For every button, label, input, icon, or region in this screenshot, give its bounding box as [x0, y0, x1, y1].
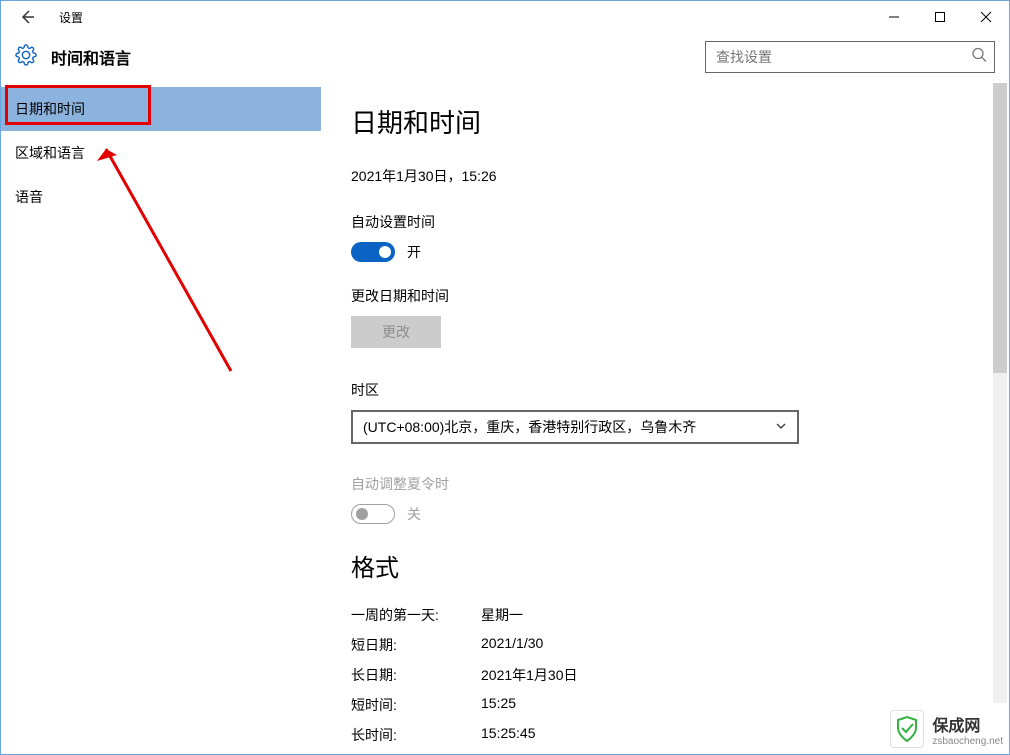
watermark: 保成网 zsbaocheng.net: [890, 710, 1003, 748]
back-arrow-icon: [19, 9, 35, 25]
auto-time-toggle[interactable]: [351, 242, 395, 262]
back-button[interactable]: [13, 3, 41, 31]
timezone-value: (UTC+08:00)北京，重庆，香港特别行政区，乌鲁木齐: [363, 417, 696, 437]
format-row-short-date: 短日期:2021/1/30: [351, 635, 979, 655]
change-datetime-label: 更改日期和时间: [351, 286, 979, 306]
sidebar-item-date-time[interactable]: 日期和时间: [1, 87, 321, 131]
header-row: 时间和语言: [1, 33, 1009, 81]
minimize-icon: [888, 11, 900, 23]
dst-toggle: [351, 504, 395, 524]
timezone-select[interactable]: (UTC+08:00)北京，重庆，香港特别行政区，乌鲁木齐: [351, 410, 799, 444]
format-label: 短时间:: [351, 695, 481, 715]
format-value: 星期一: [481, 605, 523, 625]
watermark-url: zsbaocheng.net: [932, 736, 1003, 747]
format-value: 2021/1/30: [481, 635, 543, 655]
close-button[interactable]: [963, 1, 1009, 33]
content-area: 日期和时间 2021年1月30日，15:26 自动设置时间 开 更改日期和时间 …: [321, 81, 1009, 754]
format-label: 长时间:: [351, 725, 481, 745]
auto-time-label: 自动设置时间: [351, 212, 979, 232]
window-controls: [871, 1, 1009, 33]
dst-label: 自动调整夏令时: [351, 474, 979, 494]
maximize-button[interactable]: [917, 1, 963, 33]
auto-time-state: 开: [407, 242, 421, 262]
search-wrap: [705, 41, 995, 73]
title-bar: 设置: [1, 1, 1009, 33]
vertical-scrollbar[interactable]: [993, 83, 1007, 703]
format-row-short-time: 短时间:15:25: [351, 695, 979, 715]
format-value: 2021年1月30日: [481, 665, 578, 685]
format-value: 15:25:45: [481, 725, 536, 745]
timezone-label: 时区: [351, 380, 979, 400]
change-datetime-button: 更改: [351, 316, 441, 348]
sidebar-item-label: 日期和时间: [15, 99, 85, 119]
sidebar-item-label: 语音: [15, 187, 43, 207]
watermark-title: 保成网: [932, 712, 1003, 736]
dst-state: 关: [407, 504, 421, 524]
format-row-long-time: 长时间:15:25:45: [351, 725, 979, 745]
sidebar-item-label: 区域和语言: [15, 143, 85, 163]
sidebar: 日期和时间 区域和语言 语音: [1, 81, 321, 754]
format-row-first-day: 一周的第一天:星期一: [351, 605, 979, 625]
maximize-icon: [934, 11, 946, 23]
search-icon: [971, 47, 987, 68]
sidebar-item-speech[interactable]: 语音: [1, 175, 321, 219]
close-icon: [980, 11, 992, 23]
format-label: 一周的第一天:: [351, 605, 481, 625]
sidebar-item-region-language[interactable]: 区域和语言: [1, 131, 321, 175]
search-input[interactable]: [705, 41, 995, 73]
scroll-thumb[interactable]: [993, 83, 1007, 373]
section-heading-format: 格式: [351, 548, 979, 583]
page-title: 时间和语言: [51, 45, 131, 69]
section-heading-datetime: 日期和时间: [351, 103, 979, 140]
current-datetime: 2021年1月30日，15:26: [351, 166, 979, 186]
app-title: 设置: [59, 9, 83, 26]
format-label: 长日期:: [351, 665, 481, 685]
format-row-long-date: 长日期:2021年1月30日: [351, 665, 979, 685]
chevron-down-icon: [775, 419, 787, 435]
minimize-button[interactable]: [871, 1, 917, 33]
format-value: 15:25: [481, 695, 516, 715]
gear-icon: [15, 44, 37, 71]
format-label: 短日期:: [351, 635, 481, 655]
watermark-shield-icon: [890, 710, 924, 748]
